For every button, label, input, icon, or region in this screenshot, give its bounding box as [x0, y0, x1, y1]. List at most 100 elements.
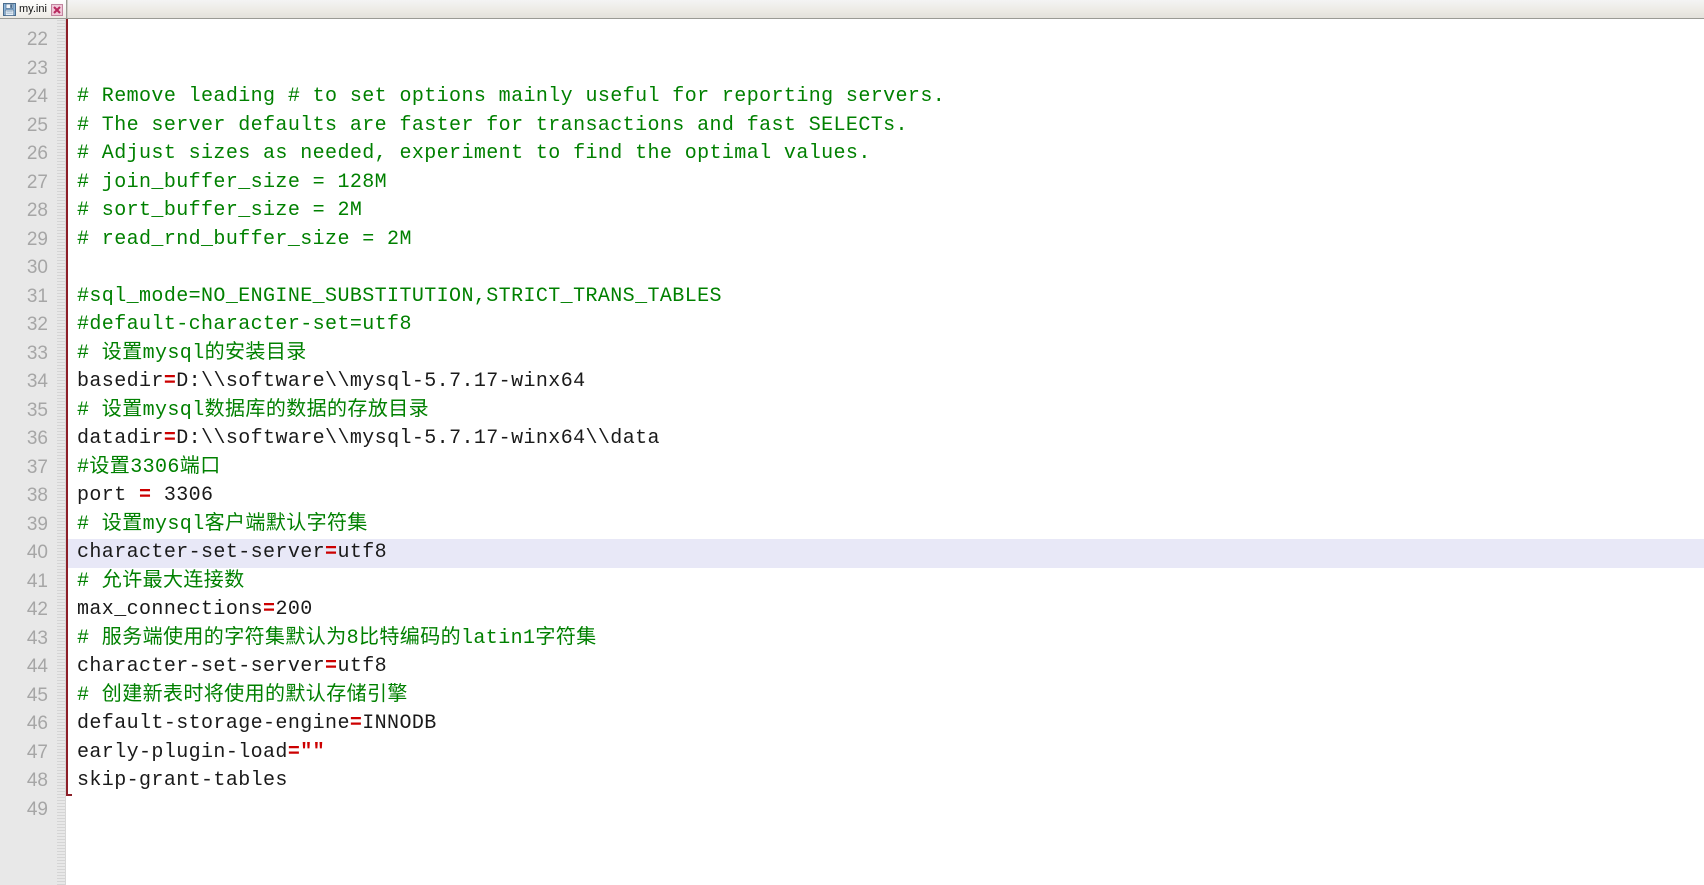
code-line[interactable]: #sql_mode=NO_ENGINE_SUBSTITUTION,STRICT_… — [66, 283, 1704, 312]
code-token-comment: # 设置mysql数据库的数据的存放目录 — [77, 399, 429, 422]
line-number: 46 — [0, 710, 65, 739]
code-token-comment: # 服务端使用的字符集默认为8比特编码的latin1字符集 — [77, 627, 597, 650]
line-number: 43 — [0, 625, 65, 654]
code-line[interactable]: default-storage-engine=INNODB — [66, 710, 1704, 739]
code-token-plain: D:\\software\\mysql-5.7.17-winx64\\data — [176, 427, 660, 450]
code-token-plain: INNODB — [362, 712, 436, 735]
line-number: 38 — [0, 482, 65, 511]
code-line[interactable]: # 允许最大连接数 — [66, 568, 1704, 597]
line-number: 32 — [0, 311, 65, 340]
code-token-plain: D:\\software\\mysql-5.7.17-winx64 — [176, 370, 585, 393]
code-line[interactable]: # The server defaults are faster for tra… — [66, 112, 1704, 141]
line-number: 48 — [0, 767, 65, 796]
line-number: 40 — [0, 539, 65, 568]
code-token-comment: # The server defaults are faster for tra… — [77, 114, 908, 137]
code-line[interactable]: skip-grant-tables — [66, 767, 1704, 796]
line-number: 27 — [0, 169, 65, 198]
line-number: 35 — [0, 397, 65, 426]
code-token-op: = — [325, 655, 337, 678]
code-line[interactable]: datadir=D:\\software\\mysql-5.7.17-winx6… — [66, 425, 1704, 454]
right-margin-line — [66, 19, 68, 796]
tab-label: my.ini — [19, 4, 48, 15]
code-line[interactable]: # 设置mysql数据库的数据的存放目录 — [66, 397, 1704, 426]
line-number: 36 — [0, 425, 65, 454]
code-line[interactable]: #设置3306端口 — [66, 454, 1704, 483]
line-number: 45 — [0, 682, 65, 711]
line-number: 30 — [0, 254, 65, 283]
close-x-icon[interactable] — [51, 3, 63, 15]
code-token-comment: # read_rnd_buffer_size = 2M — [77, 228, 412, 251]
code-line[interactable]: # 设置mysql客户端默认字符集 — [66, 511, 1704, 540]
tab-bar-empty-area — [67, 0, 1704, 18]
line-number: 44 — [0, 653, 65, 682]
code-editor[interactable]: 2223242526272829303132333435363738394041… — [0, 19, 1704, 885]
code-line[interactable]: # Adjust sizes as needed, experiment to … — [66, 140, 1704, 169]
code-token-comment: # join_buffer_size = 128M — [77, 171, 387, 194]
code-token-plain: port — [77, 484, 139, 507]
code-token-comment: # Adjust sizes as needed, experiment to … — [77, 142, 871, 165]
line-number: 28 — [0, 197, 65, 226]
code-token-comment: # 设置mysql的安装目录 — [77, 342, 307, 365]
code-token-plain: 3306 — [151, 484, 213, 507]
code-line[interactable]: character-set-server=utf8 — [66, 653, 1704, 682]
code-token-op: = — [164, 427, 176, 450]
line-number: 22 — [0, 26, 65, 55]
code-line[interactable] — [66, 55, 1704, 84]
tab-bar: my.ini — [0, 0, 1704, 19]
code-token-op: = — [350, 712, 362, 735]
code-line[interactable]: early-plugin-load="" — [66, 739, 1704, 768]
code-token-plain: early-plugin-load — [77, 741, 288, 764]
line-number: 42 — [0, 596, 65, 625]
margin-line-foot — [66, 794, 72, 796]
code-token-comment: # Remove leading # to set options mainly… — [77, 85, 945, 108]
line-number: 33 — [0, 340, 65, 369]
code-token-comment: #sql_mode=NO_ENGINE_SUBSTITUTION,STRICT_… — [77, 285, 722, 308]
line-number: 41 — [0, 568, 65, 597]
code-token-comment: # sort_buffer_size = 2M — [77, 199, 362, 222]
code-token-comment: # 允许最大连接数 — [77, 570, 245, 593]
code-token-plain: character-set-server — [77, 541, 325, 564]
line-number-gutter: 2223242526272829303132333435363738394041… — [0, 19, 66, 885]
code-line[interactable] — [66, 26, 1704, 55]
code-line[interactable]: port = 3306 — [66, 482, 1704, 511]
code-line[interactable]: # join_buffer_size = 128M — [66, 169, 1704, 198]
code-line[interactable]: basedir=D:\\software\\mysql-5.7.17-winx6… — [66, 368, 1704, 397]
code-line-current[interactable]: character-set-server=utf8 — [66, 539, 1704, 568]
code-line[interactable]: # read_rnd_buffer_size = 2M — [66, 226, 1704, 255]
code-line[interactable] — [66, 254, 1704, 283]
code-token-plain: utf8 — [337, 655, 387, 678]
code-token-op: = — [164, 370, 176, 393]
code-token-op: = — [288, 741, 300, 764]
floppy-disk-save-icon — [3, 3, 16, 16]
code-line[interactable]: #default-character-set=utf8 — [66, 311, 1704, 340]
code-line[interactable]: # sort_buffer_size = 2M — [66, 197, 1704, 226]
line-number: 29 — [0, 226, 65, 255]
code-token-str: "" — [300, 741, 325, 764]
line-number: 24 — [0, 83, 65, 112]
code-line[interactable]: max_connections=200 — [66, 596, 1704, 625]
code-token-comment: #设置3306端口 — [77, 456, 221, 479]
code-token-op: = — [139, 484, 151, 507]
line-number: 25 — [0, 112, 65, 141]
code-token-plain: skip-grant-tables — [77, 769, 288, 792]
line-number: 34 — [0, 368, 65, 397]
line-number: 47 — [0, 739, 65, 768]
line-number: 37 — [0, 454, 65, 483]
code-token-plain: datadir — [77, 427, 164, 450]
code-token-op: = — [263, 598, 275, 621]
code-token-plain: 200 — [275, 598, 312, 621]
code-line[interactable]: # 创建新表时将使用的默认存储引擎 — [66, 682, 1704, 711]
line-number: 31 — [0, 283, 65, 312]
code-line[interactable]: # 服务端使用的字符集默认为8比特编码的latin1字符集 — [66, 625, 1704, 654]
code-line[interactable]: # Remove leading # to set options mainly… — [66, 83, 1704, 112]
editor-tab-my-ini[interactable]: my.ini — [0, 0, 67, 18]
code-line[interactable]: # 设置mysql的安装目录 — [66, 340, 1704, 369]
code-token-plain: utf8 — [337, 541, 387, 564]
code-content-area[interactable]: # Remove leading # to set options mainly… — [66, 19, 1704, 885]
code-token-comment: #default-character-set=utf8 — [77, 313, 412, 336]
line-number: 49 — [0, 796, 65, 825]
code-token-plain: default-storage-engine — [77, 712, 350, 735]
code-line[interactable] — [66, 796, 1704, 825]
code-token-plain: max_connections — [77, 598, 263, 621]
code-token-plain: basedir — [77, 370, 164, 393]
